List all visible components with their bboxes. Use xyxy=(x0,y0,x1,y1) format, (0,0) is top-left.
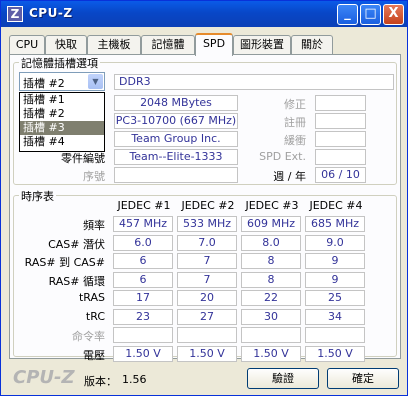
correction-field xyxy=(315,95,366,111)
timing-column-header: JEDEC #4 xyxy=(309,199,363,212)
timing-cell: 7 xyxy=(177,253,237,269)
timing-cell: 6.0 xyxy=(113,235,173,251)
validate-button[interactable]: 驗證 xyxy=(247,368,319,389)
timing-cell: 7.0 xyxy=(177,235,237,251)
timing-cell: 685 MHz xyxy=(305,216,365,232)
timing-cell xyxy=(241,327,301,343)
slot-dropdown-list: 插槽 #1 插槽 #2 插槽 #3 插槽 #4 xyxy=(19,92,105,152)
timing-cell: 6 xyxy=(113,253,173,269)
week-year-label: 週 / 年 xyxy=(273,170,306,183)
cpuz-logo: CPU-Z xyxy=(13,367,75,388)
maximize-button[interactable]: □ xyxy=(360,4,381,25)
timing-cell: 6 xyxy=(113,272,173,288)
part-number-field: Team--Elite-1333 xyxy=(114,149,238,165)
manufacturer-field: Team Group Inc. xyxy=(114,131,238,147)
ok-button[interactable]: 確定 xyxy=(327,368,399,389)
timing-cell: 23 xyxy=(113,309,173,325)
week-year-field: 06 / 10 xyxy=(315,167,366,183)
slot-option-2[interactable]: 插槽 #2 xyxy=(20,107,104,121)
timing-cell xyxy=(305,327,365,343)
cpuz-window: Z CPU-Z _ □ X CPU 快取 主機板 記憶體 SPD 圖形裝置 關於… xyxy=(0,0,408,396)
slot-select-value: 插槽 #2 xyxy=(23,77,65,90)
timing-cell: 25 xyxy=(305,290,365,306)
spd-ext-field xyxy=(315,149,366,165)
timing-cell: 8.0 xyxy=(241,235,301,251)
timing-column-header: JEDEC #2 xyxy=(181,199,235,212)
memory-type-field: DDR3 xyxy=(114,74,394,90)
timing-cell: 22 xyxy=(241,290,301,306)
timing-row-label: 命令率 xyxy=(72,330,105,343)
part-number-label: 零件編號 xyxy=(61,152,105,165)
tab-cpu[interactable]: CPU xyxy=(9,35,45,55)
window-title: CPU-Z xyxy=(29,6,73,20)
close-button[interactable]: X xyxy=(383,4,404,25)
correction-label: 修正 xyxy=(284,98,306,111)
version-label: 版本： xyxy=(84,375,117,388)
timing-row-label: 頻率 xyxy=(83,219,105,232)
tab-memory[interactable]: 記憶體 xyxy=(141,35,195,55)
tab-about[interactable]: 關於 xyxy=(291,35,333,55)
slot-group-legend: 記憶體插槽選項 xyxy=(19,55,100,71)
cpuz-app-icon: Z xyxy=(7,6,23,22)
timings-group-legend: 時序表 xyxy=(19,188,56,204)
timing-row-label: RAS# 循環 xyxy=(48,275,105,288)
buffered-label: 緩衝 xyxy=(284,134,306,147)
timing-column-header: JEDEC #1 xyxy=(117,199,171,212)
timing-cell: 609 MHz xyxy=(241,216,301,232)
timing-row-label: CAS# 潛伏 xyxy=(48,238,105,251)
timing-cell xyxy=(177,327,237,343)
timing-cell: 17 xyxy=(113,290,173,306)
timing-column-header: JEDEC #3 xyxy=(245,199,299,212)
timing-cell: 457 MHz xyxy=(113,216,173,232)
tab-mainboard[interactable]: 主機板 xyxy=(87,35,141,55)
registered-field xyxy=(315,113,366,129)
slot-select[interactable]: 插槽 #2 ▼ xyxy=(19,72,105,91)
timing-cell: 9.0 xyxy=(305,235,365,251)
timing-cell xyxy=(113,327,173,343)
serial-field xyxy=(114,167,238,183)
registered-label: 註冊 xyxy=(284,116,306,129)
timing-row-label: RAS# 到 CAS# xyxy=(24,256,105,269)
timing-cell: 1.50 V xyxy=(177,346,237,362)
titlebar[interactable]: Z CPU-Z _ □ X xyxy=(1,1,407,27)
timing-cell: 9 xyxy=(305,253,365,269)
timing-cell: 1.50 V xyxy=(113,346,173,362)
tab-spd[interactable]: SPD xyxy=(195,33,233,56)
tab-graphics[interactable]: 圖形裝置 xyxy=(233,35,291,55)
timing-cell: 533 MHz xyxy=(177,216,237,232)
timing-row-label: 電壓 xyxy=(83,349,105,362)
spd-ext-label: SPD Ext. xyxy=(259,150,306,163)
timing-cell: 1.50 V xyxy=(241,346,301,362)
tab-cache[interactable]: 快取 xyxy=(45,35,87,55)
timing-cell: 20 xyxy=(177,290,237,306)
timing-cell: 1.50 V xyxy=(305,346,365,362)
max-bandwidth-field: PC3-10700 (667 MHz) xyxy=(114,113,238,129)
chevron-down-icon[interactable]: ▼ xyxy=(88,74,103,89)
timing-cell: 8 xyxy=(241,253,301,269)
timing-cell: 34 xyxy=(305,309,365,325)
timing-row-label: tRAS xyxy=(78,291,105,304)
buffered-field xyxy=(315,131,366,147)
slot-option-3[interactable]: 插槽 #3 xyxy=(20,121,104,135)
slot-option-4[interactable]: 插槽 #4 xyxy=(20,135,104,149)
timing-cell: 8 xyxy=(241,272,301,288)
slot-option-1[interactable]: 插槽 #1 xyxy=(20,93,104,107)
timing-cell: 7 xyxy=(177,272,237,288)
serial-label: 序號 xyxy=(83,170,105,183)
timing-cell: 9 xyxy=(305,272,365,288)
timing-cell: 30 xyxy=(241,309,301,325)
minimize-button[interactable]: _ xyxy=(337,4,358,25)
version-value: 1.56 xyxy=(122,373,147,386)
module-size-field: 2048 MBytes xyxy=(114,95,238,111)
timing-row-label: tRC xyxy=(85,310,105,323)
timing-cell: 27 xyxy=(177,309,237,325)
